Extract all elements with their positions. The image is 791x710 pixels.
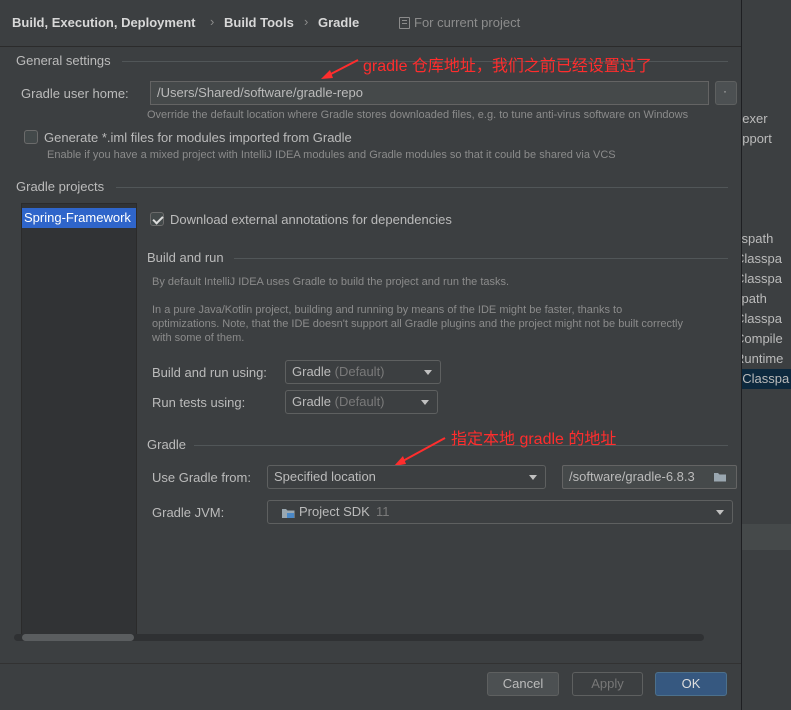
bg-tree-item: Runtime <box>741 351 784 366</box>
generate-iml-checkbox[interactable] <box>24 130 38 144</box>
bg-tree-item: n <box>741 389 791 409</box>
sdk-folder-icon <box>282 509 295 518</box>
background-settings-tree: dexer upport sspath Classpa Classpa spat… <box>741 0 791 710</box>
annotation-arrow-icon <box>394 437 446 466</box>
build-and-run-note-line3: with some of them. <box>152 332 245 344</box>
chevron-down-icon <box>424 370 432 375</box>
annotation-local-gradle: 指定本地 gradle 的地址 <box>451 431 617 448</box>
folder-icon[interactable] <box>713 471 727 482</box>
bg-tree-item: upport <box>741 131 772 146</box>
ellipsis-icon: · <box>723 84 727 98</box>
gradle-location-input[interactable]: /software/gradle-6.8.3 <box>562 465 737 489</box>
run-tests-using-label: Run tests using: <box>152 395 246 410</box>
chevron-down-icon <box>716 510 724 515</box>
chevron-down-icon <box>421 400 429 405</box>
bg-tree-item: Classpa <box>741 251 782 266</box>
gradle-jvm-version: 11 <box>376 504 390 519</box>
bg-tree-item: Classpa <box>741 311 782 326</box>
download-annotations-label[interactable]: Download external annotations for depend… <box>170 212 452 227</box>
generate-iml-hint: Enable if you have a mixed project with … <box>47 149 616 161</box>
build-and-run-using-value: Gradle <box>292 364 332 379</box>
use-gradle-from-value: Specified location <box>274 469 376 484</box>
run-tests-using-value: Gradle <box>292 394 332 409</box>
generate-iml-label[interactable]: Generate *.iml files for modules importe… <box>44 130 352 145</box>
section-divider <box>234 258 728 259</box>
build-and-run-using-label: Build and run using: <box>152 365 267 380</box>
gradle-jvm-label: Gradle JVM: <box>152 505 225 520</box>
default-suffix: (Default) <box>334 394 385 409</box>
gradle-projects-title: Gradle projects <box>16 179 105 194</box>
apply-button[interactable]: Apply <box>572 672 643 696</box>
run-tests-using-select[interactable]: Gradle (Default) <box>285 390 438 414</box>
use-gradle-from-label: Use Gradle from: <box>152 470 251 485</box>
breadcrumb-separator: › <box>210 14 215 29</box>
breadcrumb-gradle: Gradle <box>318 15 360 30</box>
breadcrumb-build-execution-deployment[interactable]: Build, Execution, Deployment <box>12 15 195 30</box>
chevron-down-icon <box>529 475 537 480</box>
build-and-run-using-select[interactable]: Gradle (Default) <box>285 360 441 384</box>
bg-tree-item: dexer <box>741 111 768 126</box>
settings-dialog: Build, Execution, Deployment › Build Too… <box>0 0 742 710</box>
section-divider <box>116 187 728 188</box>
general-settings-title: General settings <box>16 53 111 68</box>
download-annotations-checkbox[interactable] <box>150 212 164 226</box>
gradle-user-home-label: Gradle user home: <box>21 86 129 101</box>
breadcrumb-separator: › <box>304 14 309 29</box>
use-gradle-from-select[interactable]: Specified location <box>267 465 546 489</box>
project-scope-icon <box>399 17 410 29</box>
bg-tree-item: t <box>741 409 791 429</box>
gradle-section-title: Gradle <box>147 437 187 452</box>
cancel-button[interactable]: Cancel <box>487 672 559 696</box>
scope-label: For current project <box>414 15 521 30</box>
ok-button[interactable]: OK <box>655 672 727 696</box>
bg-tree-item: Compile <box>741 331 783 346</box>
build-and-run-note-line2: optimizations. Note, that the IDE doesn'… <box>152 318 683 330</box>
bg-tree-item: spath <box>741 291 767 306</box>
gradle-user-home-input[interactable]: /Users/Shared/software/gradle-repo <box>150 81 709 105</box>
default-suffix: (Default) <box>334 364 385 379</box>
build-and-run-description: By default IntelliJ IDEA uses Gradle to … <box>152 276 510 288</box>
gradle-jvm-select[interactable]: Project SDK 11 <box>267 500 733 524</box>
gradle-projects-list[interactable]: Spring-Framework <box>21 203 137 635</box>
bg-tree-item: Classpa <box>741 271 782 286</box>
annotation-arrow-icon <box>321 59 359 79</box>
breadcrumb-build-tools[interactable]: Build Tools <box>224 15 294 30</box>
bg-highlight-band <box>741 524 791 550</box>
build-and-run-title: Build and run <box>147 250 224 265</box>
project-settings-pane: Download external annotations for depend… <box>137 203 741 635</box>
bg-tree-item-selected: eClasspa <box>741 369 791 389</box>
gradle-jvm-value: Project SDK <box>299 504 370 519</box>
annotation-gradle-repo: gradle 仓库地址，我们之前已经设置过了 <box>363 58 652 75</box>
bg-tree-item: g <box>741 489 791 509</box>
build-and-run-note-line1: In a pure Java/Kotlin project, building … <box>152 304 623 316</box>
bg-tree-item: sspath <box>741 231 774 246</box>
project-item-spring-framework[interactable]: Spring-Framework <box>22 208 136 228</box>
horizontal-scrollbar-thumb[interactable] <box>22 634 134 641</box>
gradle-user-home-hint: Override the default location where Grad… <box>147 109 689 121</box>
footer-divider <box>0 663 741 664</box>
settings-header: Build, Execution, Deployment › Build Too… <box>0 0 741 47</box>
browse-user-home-button[interactable]: · <box>715 81 737 105</box>
